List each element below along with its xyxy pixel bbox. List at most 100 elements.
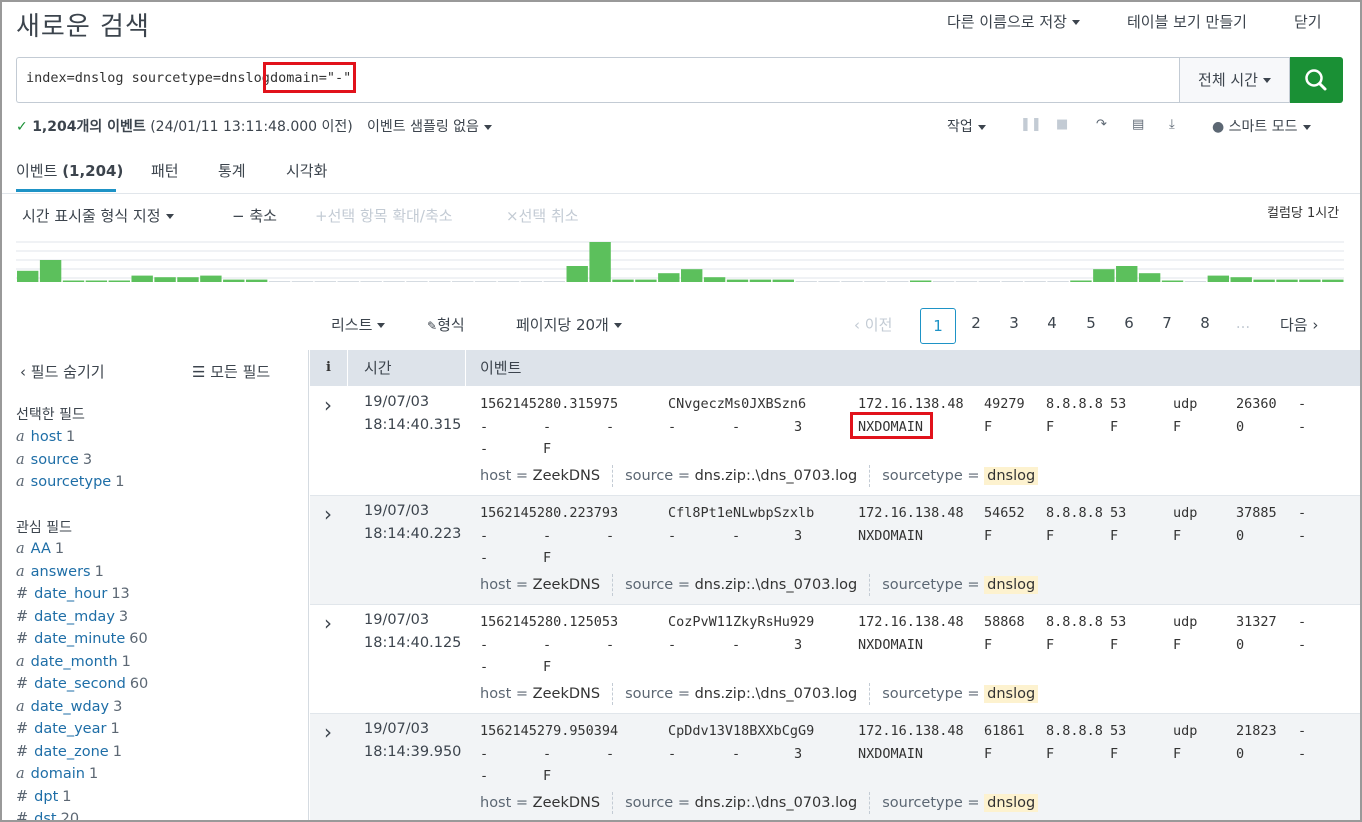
histogram-bar[interactable] xyxy=(1276,279,1298,282)
page-8[interactable]: 8 xyxy=(1187,306,1223,342)
page-2[interactable]: 2 xyxy=(958,306,994,342)
field-AA[interactable]: a AA 1 xyxy=(16,541,148,564)
histogram-bar[interactable] xyxy=(635,279,657,282)
tab-events[interactable]: 이벤트 (1,204) xyxy=(16,160,123,181)
deselect-button[interactable]: ×선택 취소 xyxy=(506,205,579,226)
field-date-month[interactable]: a date_month 1 xyxy=(16,654,148,677)
histogram-bar[interactable] xyxy=(566,266,588,282)
page-4[interactable]: 4 xyxy=(1034,306,1070,342)
sourcetype-value[interactable]: dnslog xyxy=(984,576,1039,594)
histogram-bar[interactable] xyxy=(1093,269,1115,282)
histogram-bar[interactable] xyxy=(864,281,886,282)
job-menu[interactable]: 작업 xyxy=(947,116,986,136)
histogram-bar[interactable] xyxy=(131,275,153,282)
field-date-wday[interactable]: a date_wday 3 xyxy=(16,699,148,722)
histogram-bar[interactable] xyxy=(337,281,359,282)
histogram-bar[interactable] xyxy=(887,281,909,282)
histogram-bar[interactable] xyxy=(85,280,108,283)
histogram-bar[interactable] xyxy=(154,277,176,282)
search-query[interactable]: index=dnslog sourcetype=dnslog xyxy=(26,70,278,86)
histogram-bar[interactable] xyxy=(268,281,291,282)
histogram-bar[interactable] xyxy=(497,281,520,282)
histogram-bar[interactable] xyxy=(1070,280,1092,283)
histogram-bar[interactable] xyxy=(909,280,932,283)
field-domain[interactable]: a domain 1 xyxy=(16,766,148,789)
histogram-bar[interactable] xyxy=(452,281,474,282)
histogram-bar[interactable] xyxy=(1184,281,1207,282)
print-icon[interactable]: ▤ xyxy=(1132,117,1144,132)
hide-fields-button[interactable]: ‹ 필드 숨기기 xyxy=(20,361,105,382)
histogram-bar[interactable] xyxy=(1322,279,1344,282)
create-table-view-link[interactable]: 테이블 보기 만들기 xyxy=(1127,11,1247,32)
timeline-histogram[interactable] xyxy=(16,238,1344,282)
page-6[interactable]: 6 xyxy=(1111,306,1147,342)
histogram-bar[interactable] xyxy=(177,277,199,282)
histogram-bar[interactable] xyxy=(726,279,749,282)
histogram-bar[interactable] xyxy=(1024,281,1046,282)
histogram-bar[interactable] xyxy=(1047,281,1069,282)
zoom-selection-button[interactable]: +선택 항목 확대/축소 xyxy=(315,205,453,226)
histogram-bar[interactable] xyxy=(200,275,222,282)
sourcetype-value[interactable]: dnslog xyxy=(984,685,1039,703)
histogram-bar[interactable] xyxy=(612,279,634,282)
format-button[interactable]: ✎형식 xyxy=(427,314,465,335)
histogram-bar[interactable] xyxy=(589,242,611,282)
histogram-bar[interactable] xyxy=(681,269,703,282)
histogram-bar[interactable] xyxy=(1299,279,1321,282)
histogram-bar[interactable] xyxy=(932,281,955,282)
field-date-zone[interactable]: # date_zone 1 xyxy=(16,744,148,767)
histogram-bar[interactable] xyxy=(520,281,543,282)
histogram-bar[interactable] xyxy=(383,281,405,282)
field-date-year[interactable]: # date_year 1 xyxy=(16,721,148,744)
page-7[interactable]: 7 xyxy=(1149,306,1185,342)
histogram-bar[interactable] xyxy=(795,281,817,282)
pause-icon[interactable]: ❚❚ xyxy=(1020,117,1042,132)
field-source[interactable]: a source 3 xyxy=(16,452,124,475)
histogram-bar[interactable] xyxy=(772,279,794,282)
histogram-bar[interactable] xyxy=(749,279,772,282)
field-dpt[interactable]: # dpt 1 xyxy=(16,789,148,812)
histogram-bar[interactable] xyxy=(223,279,245,282)
field-dst[interactable]: # dst 20 xyxy=(16,811,148,820)
host-value[interactable]: ZeekDNS xyxy=(533,686,600,702)
histogram-bar[interactable] xyxy=(543,281,566,282)
histogram-bar[interactable] xyxy=(17,270,39,282)
expand-row-icon[interactable]: › xyxy=(324,393,332,417)
histogram-bar[interactable] xyxy=(39,260,62,282)
export-icon[interactable]: ⤓ xyxy=(1169,117,1175,132)
page-5[interactable]: 5 xyxy=(1073,306,1109,342)
prev-page-button[interactable]: ‹ 이전 xyxy=(854,314,892,335)
source-value[interactable]: dns.zip:.\dns_0703.log xyxy=(695,686,858,702)
histogram-bar[interactable] xyxy=(1116,266,1138,282)
source-value[interactable]: dns.zip:.\dns_0703.log xyxy=(695,577,858,593)
sourcetype-value[interactable]: dnslog xyxy=(984,467,1039,485)
share-icon[interactable]: ↷ xyxy=(1096,117,1107,132)
histogram-bar[interactable] xyxy=(62,280,85,283)
stop-icon[interactable]: ■ xyxy=(1056,117,1068,132)
timeline-format-menu[interactable]: 시간 표시줄 형식 지정 xyxy=(22,205,174,226)
tab-statistics[interactable]: 통계 xyxy=(218,160,246,181)
host-value[interactable]: ZeekDNS xyxy=(533,468,600,484)
tab-visualization[interactable]: 시각화 xyxy=(286,160,327,181)
histogram-bar[interactable] xyxy=(1253,279,1275,282)
expand-row-icon[interactable]: › xyxy=(324,611,332,635)
histogram-bar[interactable] xyxy=(818,281,840,282)
zoom-out-button[interactable]: − 축소 xyxy=(232,205,277,226)
expand-row-icon[interactable]: › xyxy=(324,502,332,526)
page-3[interactable]: 3 xyxy=(996,306,1032,342)
per-page-menu[interactable]: 페이지당 20개 xyxy=(516,314,622,335)
sampling-menu[interactable]: 이벤트 샘플링 없음 xyxy=(367,116,492,136)
histogram-bar[interactable] xyxy=(108,280,130,283)
expand-row-icon[interactable]: › xyxy=(324,720,332,744)
save-as-menu[interactable]: 다른 이름으로 저장 xyxy=(947,11,1080,32)
col-time[interactable]: 시간 xyxy=(364,357,392,378)
histogram-bar[interactable] xyxy=(360,281,382,282)
list-view-menu[interactable]: 리스트 xyxy=(331,314,386,335)
histogram-bar[interactable] xyxy=(406,281,428,282)
histogram-bar[interactable] xyxy=(955,281,978,282)
next-page-button[interactable]: 다음 › xyxy=(1280,314,1318,335)
sourcetype-value[interactable]: dnslog xyxy=(984,794,1039,812)
histogram-bar[interactable] xyxy=(245,279,268,282)
histogram-bar[interactable] xyxy=(429,281,451,282)
histogram-bar[interactable] xyxy=(474,281,497,282)
